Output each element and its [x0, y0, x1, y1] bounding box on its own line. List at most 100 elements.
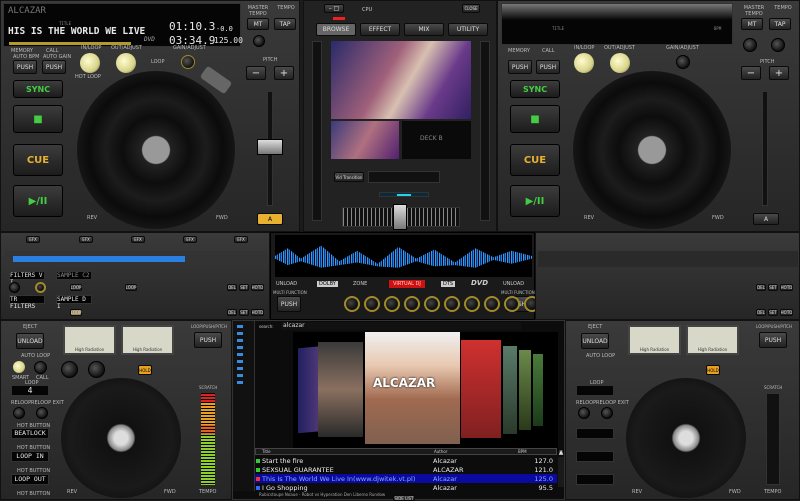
eq-knob[interactable] — [484, 296, 500, 312]
eq-knob[interactable] — [344, 296, 360, 312]
eq-knob[interactable] — [444, 296, 460, 312]
deck-b-hot-button-3[interactable] — [576, 474, 614, 485]
deck-b-tempo-knob-1[interactable] — [743, 38, 757, 52]
deck-b-hot-button-2[interactable] — [576, 451, 614, 462]
hot-loop-knob-2[interactable] — [88, 361, 105, 378]
deck-b-sampler-set-button[interactable]: SET — [768, 284, 778, 291]
deck-b-tap-button[interactable]: TAP — [769, 18, 791, 30]
filter-knob-2[interactable] — [35, 282, 46, 293]
in-loop-button[interactable] — [80, 53, 100, 73]
tab-effect[interactable]: EFFECT — [360, 23, 400, 36]
deck-b-gain-knob[interactable] — [676, 55, 690, 69]
column-bpm[interactable]: BPM — [518, 449, 527, 454]
sampler-set-button[interactable]: SET — [239, 284, 249, 291]
deck-a-turntable[interactable] — [77, 71, 235, 229]
efx-button-1[interactable]: EFX — [26, 236, 40, 243]
mt-button[interactable]: MT — [247, 18, 269, 30]
folder-tree[interactable] — [233, 321, 255, 491]
beatlock-button[interactable]: BEATLOCK — [11, 428, 49, 439]
loop-toggle-button[interactable]: ■ — [13, 105, 63, 133]
side-list-button[interactable]: SIDE LIST — [393, 495, 415, 501]
minimize-button[interactable]: – □ — [324, 4, 344, 13]
auto-gain-push-button[interactable]: PUSH — [42, 60, 66, 74]
hot-loop-knob-1[interactable] — [61, 361, 78, 378]
eq-knob[interactable] — [384, 296, 400, 312]
cue-button[interactable]: CUE — [13, 144, 63, 176]
play-pause-button[interactable]: ▶/II — [13, 185, 63, 217]
deck-b-loop-toggle-button[interactable]: ■ — [510, 105, 560, 133]
tab-utility[interactable]: UTILITY — [448, 23, 488, 36]
deck-b-cue-button[interactable]: CUE — [510, 144, 560, 176]
sampler-del-button[interactable]: DEL — [227, 284, 237, 291]
loop-in-button[interactable]: LOOP IN — [11, 451, 49, 462]
column-title[interactable]: Title — [262, 449, 271, 454]
list-scroll-up[interactable]: ▲ — [558, 449, 564, 456]
sampler-loop-button-3[interactable]: LOOP — [70, 309, 82, 316]
video-level-left[interactable] — [312, 41, 322, 221]
video-fx-strip[interactable] — [368, 171, 440, 183]
tab-mix[interactable]: MIX — [404, 23, 444, 36]
deck-b-sampler-del-button[interactable]: DEL — [756, 284, 766, 291]
cover-flow[interactable]: ALCAZAR — [293, 332, 558, 452]
deck-b-select-button[interactable]: A — [753, 213, 779, 225]
eq-knob[interactable] — [464, 296, 480, 312]
deck-b-sampler-hotd-button[interactable]: HOTD — [780, 284, 793, 291]
deck-b-loop-length-display[interactable] — [576, 385, 614, 396]
deck-b-pitch-plus-button[interactable]: + — [769, 66, 789, 80]
video-level-right[interactable] — [480, 41, 490, 221]
deck-b-eject-unload-button[interactable]: UNLOAD — [581, 333, 609, 349]
deck-b-auto-bpm-push-button[interactable]: PUSH — [508, 60, 532, 74]
deck-b-auto-gain-push-button[interactable]: PUSH — [536, 60, 560, 74]
reloop-button[interactable] — [13, 407, 25, 419]
deck-b-play-pause-button[interactable]: ▶/II — [510, 185, 560, 217]
deck-b-reloop-button[interactable] — [578, 407, 590, 419]
efx-button-5[interactable]: EFX — [234, 236, 248, 243]
hold-button[interactable]: HOLD — [138, 365, 152, 375]
track-row[interactable]: SEXSUAL GUARANTEE ALCAZAR 121.0 — [255, 465, 557, 474]
search-input[interactable]: alcazar — [281, 322, 521, 330]
deck-b-pitch-minus-button[interactable]: − — [741, 66, 761, 80]
track-row[interactable]: Start the fire Alcazar 127.0 — [255, 456, 557, 465]
crossfader-handle[interactable] — [393, 204, 407, 230]
unload-right-button[interactable]: UNLOAD — [503, 281, 524, 287]
loop-out-button[interactable]: LOOP OUT — [11, 474, 49, 485]
pitch-slider-handle[interactable] — [257, 139, 283, 155]
video-crossfader[interactable] — [379, 192, 429, 197]
sampler-set-button-2[interactable]: SET — [239, 309, 249, 316]
sampler-hotd-button-2[interactable]: HOTD — [251, 309, 264, 316]
deck-b-reloop-exit-button[interactable] — [601, 407, 613, 419]
track-row[interactable]: This Is The World We Live In(www.djwitek… — [255, 474, 557, 483]
eq-knob[interactable] — [364, 296, 380, 312]
eq-knob[interactable] — [424, 296, 440, 312]
column-author[interactable]: Author — [434, 449, 447, 454]
out-adjust-button[interactable] — [116, 53, 136, 73]
deck-a-waveform[interactable] — [5, 251, 267, 267]
reloop-exit-button[interactable] — [36, 407, 48, 419]
efx-button-2[interactable]: EFX — [79, 236, 93, 243]
eq-knob[interactable] — [404, 296, 420, 312]
deck-b-sampler-del-button-2[interactable]: DEL — [756, 309, 766, 316]
sync-button[interactable]: SYNC — [13, 80, 63, 98]
deck-b-sampler-hotd-button-2[interactable]: HOTD — [780, 309, 793, 316]
bottom-right-jogwheel[interactable] — [626, 378, 746, 498]
deck-b-tempo-knob-2[interactable] — [771, 38, 785, 52]
deck-b-loop-push-button[interactable]: PUSH — [759, 332, 787, 348]
tempo-knob[interactable] — [253, 35, 265, 47]
loop-length-display[interactable]: 4 — [11, 385, 49, 396]
vid-transition-button[interactable]: Vid Transition — [334, 172, 364, 182]
filter-knob-1[interactable] — [9, 282, 20, 293]
sampler-del-button-2[interactable]: DEL — [227, 309, 237, 316]
bottom-left-jogwheel[interactable] — [61, 378, 181, 498]
deck-b-sync-button[interactable]: SYNC — [510, 80, 560, 98]
pitch-plus-button[interactable]: + — [274, 66, 294, 80]
eject-unload-button[interactable]: UNLOAD — [16, 333, 44, 349]
efx-button-3[interactable]: EFX — [131, 236, 145, 243]
sampler-loop-button-2[interactable]: LOOP — [125, 284, 137, 291]
close-button[interactable]: CLOSE — [462, 4, 480, 13]
deck-b-mt-button[interactable]: MT — [741, 18, 763, 30]
sampler-hotd-button[interactable]: HOTD — [251, 284, 264, 291]
tab-browse[interactable]: BROWSE — [316, 23, 356, 36]
loop-push-button[interactable]: PUSH — [194, 332, 222, 348]
deck-b-hot-button-1[interactable] — [576, 428, 614, 439]
sampler-loop-button-1[interactable]: LOOP — [70, 284, 82, 291]
